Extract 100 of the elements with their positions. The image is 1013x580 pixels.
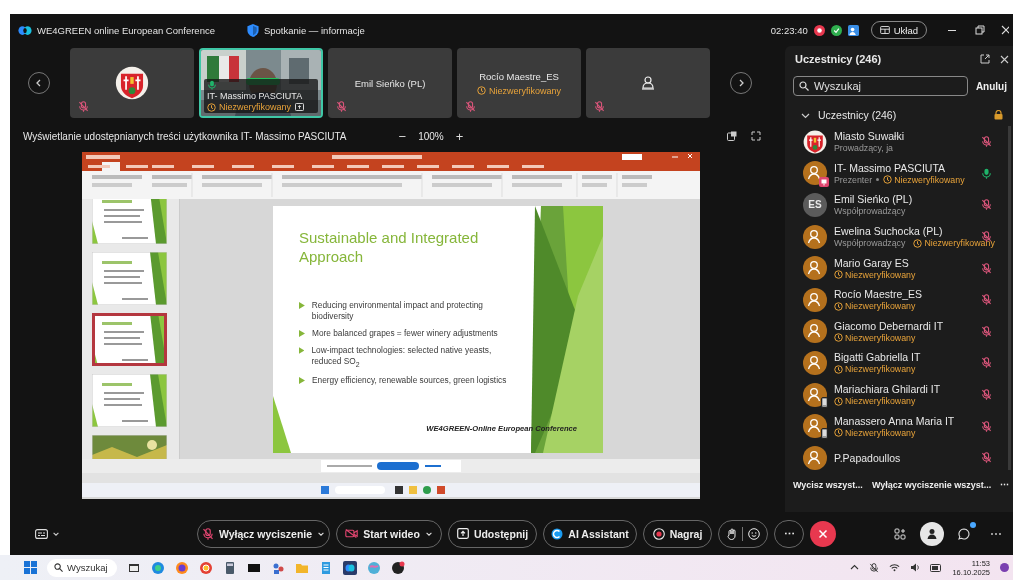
- assistant-icon: [551, 527, 564, 540]
- video-tile[interactable]: Rocío Maestre_ES Niezweryfikowany: [457, 48, 581, 118]
- close-icon: [818, 528, 828, 539]
- sharing-label: Wyświetlanie udostępnianych treści użytkownika IT- Massimo PASCIUTA: [23, 130, 347, 142]
- avatar-icon: [803, 319, 827, 344]
- search-icon: [799, 81, 809, 91]
- avatar-icon: [803, 224, 827, 249]
- popout-icon[interactable]: [980, 54, 990, 64]
- alert-icon: [834, 364, 843, 374]
- participant-name: Bigatti Gabriella IT: [834, 351, 922, 364]
- people-icon[interactable]: [847, 24, 859, 36]
- slide-thumbnail[interactable]: [92, 374, 167, 427]
- emblem-icon: [115, 66, 149, 100]
- record-icon: [652, 527, 665, 540]
- mute-all-button[interactable]: Wycisz wszyst...: [793, 480, 863, 490]
- globe-icon[interactable]: [367, 560, 381, 575]
- slide-thumbnail[interactable]: [92, 199, 167, 244]
- slide-bullet: More balanced grapes = fewer winery adjustments: [312, 327, 498, 339]
- participant-name: IT- Massimo PASCIUTA: [834, 161, 947, 174]
- popout-icon[interactable]: [727, 131, 737, 141]
- lock-icon: [994, 110, 1003, 120]
- globe-icon[interactable]: [175, 560, 189, 575]
- mic-muted-icon: [201, 527, 214, 540]
- participant-role: Współprowadzący: [834, 206, 906, 217]
- app-icon[interactable]: [391, 560, 405, 575]
- verification-status: Niezweryfikowany: [845, 396, 916, 407]
- screen-share-icon: [295, 103, 305, 111]
- end-call-button[interactable]: [810, 520, 836, 547]
- layout-icon: [879, 26, 890, 34]
- fullscreen-icon[interactable]: [751, 131, 761, 141]
- alert-icon: [834, 301, 843, 311]
- participant-name: Miasto Suwałki: [834, 130, 906, 143]
- group-header[interactable]: Uczestnicy (246): [818, 109, 986, 121]
- taskbar-search-field[interactable]: Wyszukaj: [47, 558, 117, 577]
- video-tile[interactable]: [586, 48, 710, 118]
- slide-bullet: Reducing environmental impact and protecting biodiversity: [311, 299, 484, 322]
- start-icon[interactable]: [24, 561, 37, 574]
- camera-off-icon: [345, 528, 359, 539]
- calculator-icon[interactable]: [223, 560, 237, 575]
- zoom-out-button[interactable]: −: [398, 128, 407, 144]
- record-icon[interactable]: [813, 24, 825, 36]
- unmute-all-button[interactable]: Wyłącz wyciszenie wszyst...: [871, 480, 992, 490]
- app-icon[interactable]: [343, 560, 357, 575]
- restore-icon[interactable]: [975, 25, 985, 35]
- alert-icon: [834, 396, 843, 406]
- battery-icon[interactable]: [930, 563, 943, 572]
- speaker-icon[interactable]: [910, 563, 921, 572]
- zoom-in-button[interactable]: +: [455, 128, 464, 144]
- participant-name: Emil Sieńko (PL): [834, 193, 914, 206]
- wifi-icon[interactable]: [889, 563, 901, 572]
- participant-name: P.Papadoullos: [834, 451, 902, 464]
- verification-status: Niezweryfikowany: [924, 238, 995, 249]
- shield-check-icon[interactable]: [830, 24, 842, 36]
- share-screen-icon: [456, 528, 469, 539]
- participants-button[interactable]: [920, 521, 944, 546]
- verification-status: Niezweryfikowany: [894, 174, 965, 185]
- alert-icon: [913, 238, 923, 248]
- participant-role: Współprowadzący: [834, 238, 906, 249]
- search-field[interactable]: Wyszukaj: [793, 76, 968, 96]
- participant-name: Ewelina Suchocka (PL): [834, 225, 944, 238]
- shield-icon[interactable]: [246, 23, 259, 37]
- emoji-icon: [747, 527, 760, 540]
- participant-name: Mariachiara Ghilardi IT: [834, 383, 942, 396]
- notification-dot[interactable]: [1000, 563, 1009, 572]
- slide-bullet: Energy efficiency, renewable sources, green logistics: [312, 375, 507, 387]
- more-button[interactable]: ⋯: [984, 521, 1008, 546]
- more-button[interactable]: ⋯: [1000, 480, 1010, 490]
- hand-icon: [726, 527, 737, 540]
- verification-status: Niezweryfikowany: [845, 364, 916, 375]
- participant-name: Emil Sieńko (PL): [354, 77, 426, 89]
- slide-thumbnail[interactable]: [92, 313, 167, 366]
- verification-status: Niezweryfikowany: [845, 427, 916, 438]
- verification-status: Niezweryfikowany: [219, 102, 292, 112]
- apps-icon: [894, 527, 906, 540]
- participant-name: Rocío Maestre_ES: [479, 70, 559, 82]
- notepad-icon[interactable]: [319, 560, 333, 575]
- cancel-button[interactable]: Anuluj: [975, 80, 1007, 92]
- alert-icon: [834, 270, 843, 280]
- video-tile[interactable]: Emil Sieńko (PL): [328, 48, 452, 118]
- avatar-icon: [640, 75, 656, 91]
- alert-icon: [207, 102, 216, 112]
- globe-icon[interactable]: [151, 560, 165, 575]
- participant-name: Mario Garay ES: [834, 256, 910, 269]
- participant-name: Rocío Maestre_ES: [834, 288, 924, 301]
- slide-thumbnail[interactable]: [92, 252, 167, 305]
- close-icon[interactable]: [1001, 25, 1009, 35]
- participant-name: IT- Massimo PASCIUTA: [207, 91, 303, 101]
- verification-status: Niezweryfikowany: [845, 332, 916, 343]
- chevron-up-icon[interactable]: [850, 563, 860, 572]
- meeting-info-link[interactable]: Spotkanie — informacje: [263, 24, 365, 36]
- app-logo-icon: [18, 24, 32, 36]
- mic-muted-icon[interactable]: [869, 562, 880, 573]
- close-icon[interactable]: [1000, 54, 1009, 64]
- globe-icon[interactable]: [199, 560, 213, 575]
- video-tile[interactable]: IT- Massimo PASCIUTA Niezweryfikowany: [199, 48, 323, 118]
- zoom-level: 100%: [418, 130, 444, 142]
- video-tile[interactable]: [70, 48, 194, 118]
- participant-name: Manassero Anna Maria IT: [834, 414, 956, 427]
- alert-icon: [834, 333, 843, 343]
- alert-icon: [883, 175, 893, 185]
